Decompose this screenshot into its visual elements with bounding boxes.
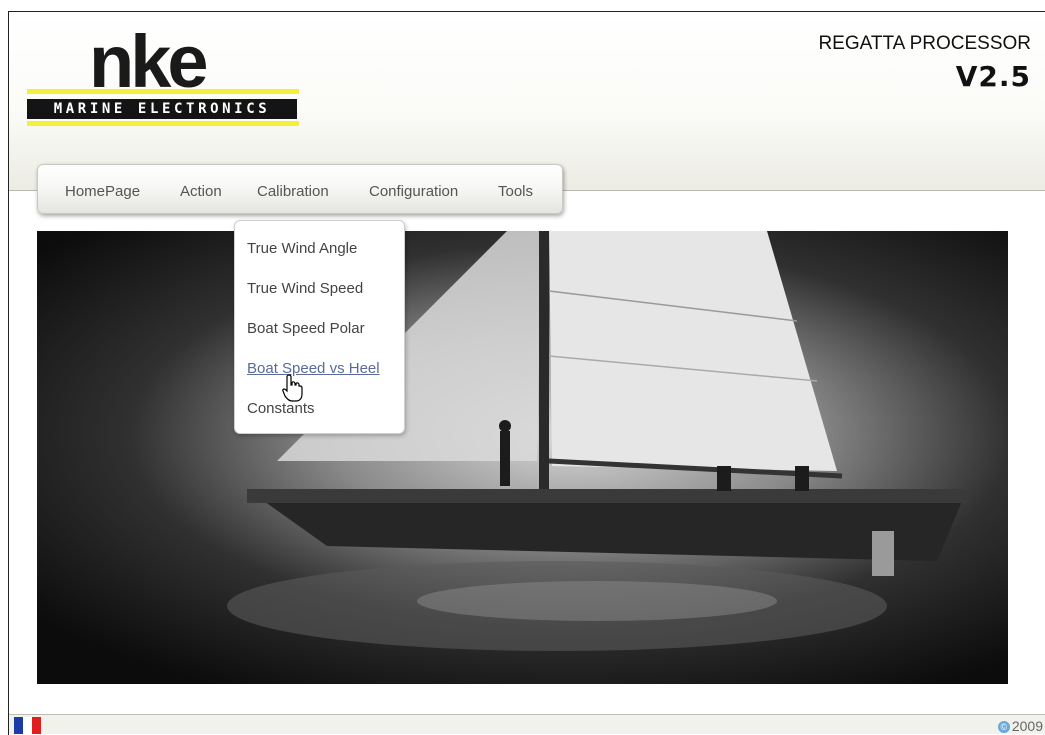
copyright-icon: © [997, 721, 1010, 733]
nav-calibration[interactable]: Calibration [257, 183, 329, 200]
menu-item-constants[interactable]: Constants [247, 400, 315, 417]
product-name: REGATTA PROCESSOR [818, 33, 1031, 54]
menu-item-boat-speed-vs-heel[interactable]: Boat Speed vs Heel [247, 360, 380, 377]
main-nav: HomePage Action Calibration Configuratio… [37, 164, 563, 214]
logo-stripe-bottom [27, 121, 299, 126]
nav-configuration[interactable]: Configuration [369, 183, 458, 200]
copyright-notice: © 2009 [997, 718, 1043, 734]
sailboat-illustration [227, 231, 967, 651]
nav-homepage[interactable]: HomePage [65, 183, 140, 200]
logo-tagline: MARINE ELECTRONICS [27, 99, 297, 119]
nav-action[interactable]: Action [180, 183, 222, 200]
menu-item-boat-speed-polar[interactable]: Boat Speed Polar [247, 320, 365, 337]
logo-stripe-top [27, 89, 299, 94]
logo-wordmark: nke [89, 20, 208, 103]
calibration-dropdown-menu: True Wind Angle True Wind Speed Boat Spe… [234, 220, 405, 434]
copyright-year: 2009 [1011, 718, 1043, 734]
nke-logo[interactable]: nke MARINE ELECTRONICS [27, 25, 299, 133]
product-version: V2.5 [955, 60, 1031, 93]
flag-france-icon[interactable] [14, 717, 41, 734]
menu-item-true-wind-angle[interactable]: True Wind Angle [247, 240, 357, 257]
menu-item-true-wind-speed[interactable]: True Wind Speed [247, 280, 363, 297]
nav-tools[interactable]: Tools [498, 183, 533, 200]
footer [9, 715, 1045, 734]
hand-pointer-cursor-icon [282, 374, 303, 402]
sailboat-banner-image [37, 231, 1008, 684]
